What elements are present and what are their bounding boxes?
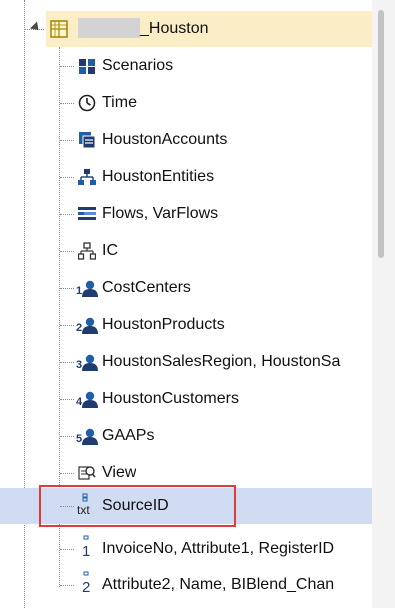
tree-connector: [60, 549, 74, 550]
user-defined-1-icon: 1: [76, 279, 98, 297]
tree-connector: [60, 325, 74, 326]
attribute-2-icon: 2: [78, 571, 96, 597]
attribute-number: 1: [82, 543, 91, 560]
attribute-number: 2: [82, 579, 91, 596]
user-defined-5-icon: 5: [76, 427, 98, 445]
tree-connector: [60, 140, 74, 141]
tree-item-ic[interactable]: IC: [0, 233, 372, 269]
tree-item-label: HoustonEntities: [102, 168, 215, 185]
tree-connector: [60, 251, 74, 252]
scenarios-icon: [78, 57, 96, 75]
tree-item-scenarios[interactable]: Scenarios: [0, 48, 372, 84]
tree-connector: [60, 288, 74, 289]
view-icon: [78, 464, 96, 482]
tree-item-label: CostCenters: [102, 279, 191, 296]
tree-connector: [60, 177, 74, 178]
tree-connector: [60, 214, 74, 215]
dimension-tree-panel: _Houston Scenarios Time HoustonAccounts …: [0, 0, 395, 608]
attribute-1-icon: 1: [78, 535, 96, 561]
tree-item-label: View: [102, 464, 137, 481]
tree-connector: [60, 66, 74, 67]
tree-item-label: Flows, VarFlows: [102, 205, 219, 222]
tree-item-label: HoustonProducts: [102, 316, 225, 333]
tree-connector: [60, 399, 74, 400]
tree-item-houston-products[interactable]: 2 HoustonProducts: [0, 307, 372, 343]
flows-icon: [78, 205, 96, 223]
tree-item-label: HoustonSalesRegion, HoustonSa: [102, 353, 341, 370]
tree-root-label: _Houston: [140, 20, 209, 37]
tree-item-houston-accounts[interactable]: HoustonAccounts: [0, 122, 372, 158]
cube-grid-icon: [50, 20, 68, 38]
accounts-icon: [78, 131, 96, 149]
tree-connector: [60, 436, 74, 437]
tree-item-flows[interactable]: Flows, VarFlows: [0, 196, 372, 232]
collapse-arrow-icon[interactable]: [29, 21, 43, 34]
tree-item-houston-sales-region[interactable]: 3 HoustonSalesRegion, HoustonSa: [0, 344, 372, 380]
tree-item-label: Scenarios: [102, 57, 174, 74]
tree-item-cost-centers[interactable]: 1 CostCenters: [0, 270, 372, 306]
redacted-text-block: [78, 18, 140, 38]
user-defined-3-icon: 3: [76, 353, 98, 371]
tree-connector: [60, 103, 74, 104]
user-defined-2-icon: 2: [76, 316, 98, 334]
tree-item-label: InvoiceNo, Attribute1, RegisterID: [102, 540, 335, 557]
tree-item-attribute-2[interactable]: 2 Attribute2, Name, BIBlend_Chan: [0, 567, 372, 603]
tree-item-label: GAAPs: [102, 427, 155, 444]
tree-item-label: HoustonCustomers: [102, 390, 239, 407]
ic-icon: [78, 242, 96, 260]
annotation-highlight-box: [39, 485, 236, 527]
entities-icon: [78, 168, 96, 186]
tree-connector: [60, 585, 74, 586]
tree-item-time[interactable]: Time: [0, 85, 372, 121]
tree-item-gaaps[interactable]: 5 GAAPs: [0, 418, 372, 454]
tree-item-label: IC: [102, 242, 118, 259]
tree-connector: [60, 362, 74, 363]
tree-connector: [60, 473, 74, 474]
user-defined-4-icon: 4: [76, 390, 98, 408]
tree-item-label: HoustonAccounts: [102, 131, 228, 148]
tree-item-label: Attribute2, Name, BIBlend_Chan: [102, 576, 335, 593]
clock-icon: [78, 94, 96, 112]
tree-item-houston-customers[interactable]: 4 HoustonCustomers: [0, 381, 372, 417]
scrollbar-thumb[interactable]: [378, 10, 384, 258]
tree-item-houston-entities[interactable]: HoustonEntities: [0, 159, 372, 195]
tree-item-label: Time: [102, 94, 137, 111]
tree-item-attribute-1[interactable]: 1 InvoiceNo, Attribute1, RegisterID: [0, 531, 372, 567]
